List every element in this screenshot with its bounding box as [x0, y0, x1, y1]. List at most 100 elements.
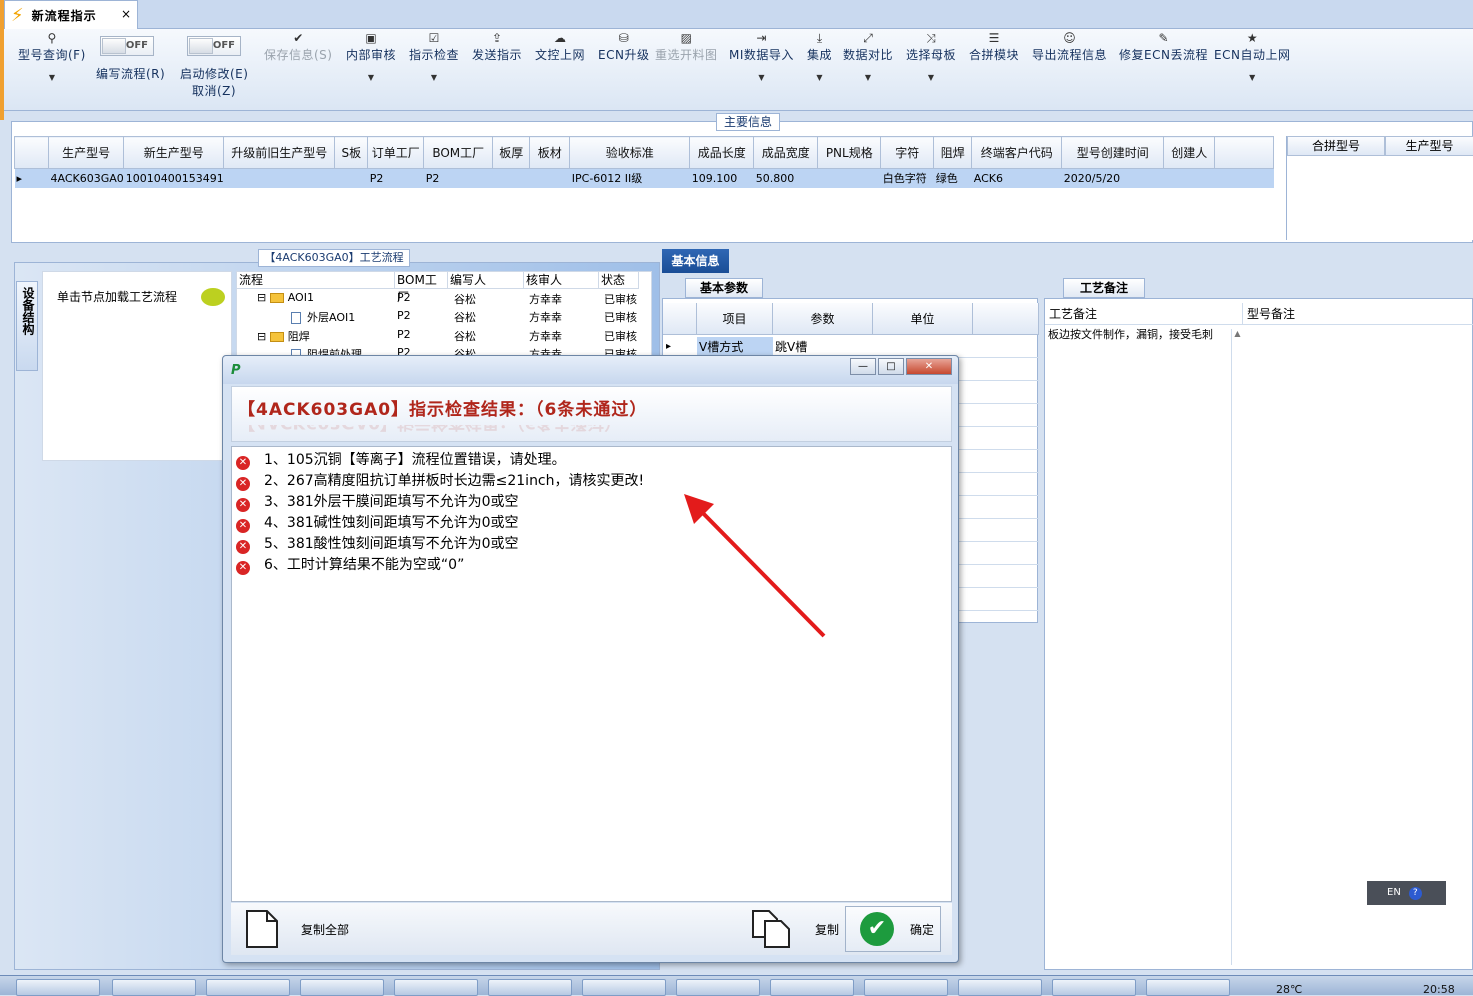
write-process-toggle[interactable]: OFF — [100, 36, 154, 56]
taskbar-app-button[interactable] — [676, 979, 760, 996]
mi-data-import-button[interactable]: ⇥ MI数据导入 ▼ — [729, 31, 794, 82]
param-value[interactable]: 跳V槽 — [773, 337, 873, 357]
help-icon[interactable]: ? — [1408, 887, 1422, 900]
data-compare-button[interactable]: ⤢ 数据对比 ▼ — [843, 31, 893, 82]
save-info-button[interactable]: ✔ 保存信息(S) — [264, 31, 332, 63]
col-header[interactable]: 单位 — [873, 303, 973, 335]
taskbar-app-button[interactable] — [488, 979, 572, 996]
col-header[interactable]: 板材 — [529, 136, 571, 169]
taskbar-app-button[interactable] — [582, 979, 666, 996]
col-header[interactable]: 升级前旧生产型号 — [223, 136, 336, 169]
list-item[interactable]: ✕ 4、381碱性蚀刻间距填写不允许为0或空 — [236, 512, 519, 533]
taskbar-app-button[interactable] — [864, 979, 948, 996]
merge-module-button[interactable]: ☰ 合拼模块 — [969, 31, 1019, 63]
list-item[interactable]: ✕ 1、105沉铜【等离子】流程位置错误，请处理。 — [236, 449, 566, 470]
col-header[interactable]: 新生产型号 — [123, 136, 225, 169]
cancel-label[interactable]: 取消(Z) — [192, 82, 236, 99]
col-header[interactable]: 参数 — [773, 303, 873, 335]
tree-header[interactable]: 编写人 — [448, 272, 524, 289]
craft-note-text[interactable]: 板边按文件制作，漏铜，接受毛刺 — [1048, 329, 1220, 341]
language-bar[interactable]: EN? — [1367, 881, 1446, 905]
copy-all-button[interactable]: 复制全部 — [245, 903, 349, 955]
param-item[interactable]: V槽方式 — [697, 337, 773, 357]
close-button[interactable]: ✕ — [906, 358, 952, 375]
col-header[interactable]: 型号创建时间 — [1061, 136, 1165, 169]
list-item[interactable]: ✕ 5、381酸性蚀刻间距填写不允许为0或空 — [236, 533, 519, 554]
row-selector-header[interactable] — [14, 136, 49, 169]
tree-header[interactable]: BOM工厂 — [395, 272, 448, 304]
ok-button[interactable]: ✔ 确定 — [845, 906, 941, 952]
instruction-check-button[interactable]: ☑ 指示检查 ▼ — [409, 31, 459, 82]
collapse-icon[interactable]: ⊟ — [257, 330, 270, 343]
taskbar-app-button[interactable] — [112, 979, 196, 996]
taskbar-app-button[interactable] — [394, 979, 478, 996]
col-header[interactable]: 工艺备注 — [1045, 303, 1243, 325]
col-header[interactable]: 型号备注 — [1243, 303, 1473, 325]
ecn-upgrade-button[interactable]: ⛁ ECN升级 — [598, 31, 649, 63]
dialog-titlebar[interactable]: P — □ ✕ — [223, 356, 958, 384]
dropdown-arrow-icon[interactable]: ▼ — [807, 73, 832, 82]
taskbar-app-button[interactable] — [1146, 979, 1230, 996]
doc-control-online-button[interactable]: ☁ 文控上网 — [535, 31, 585, 63]
tree-header[interactable]: 核审人 — [524, 272, 599, 289]
col-header[interactable]: 阻焊 — [933, 136, 973, 169]
taskbar-app-button[interactable] — [1052, 979, 1136, 996]
tab-basic-params[interactable]: 基本参数 — [685, 278, 763, 298]
taskbar-app-button[interactable] — [958, 979, 1042, 996]
dropdown-arrow-icon[interactable]: ▼ — [18, 73, 86, 82]
col-header[interactable]: PNL规格 — [817, 136, 882, 169]
send-instruction-button[interactable]: ⇪ 发送指示 — [472, 31, 522, 63]
tab-craft-notes[interactable]: 工艺备注 — [1063, 278, 1145, 298]
export-process-info-button[interactable]: ☺ 导出流程信息 — [1032, 31, 1107, 63]
tree-node[interactable]: ⊟ AOI1 — [257, 291, 314, 304]
dropdown-arrow-icon[interactable]: ▼ — [409, 73, 459, 82]
col-header[interactable]: 生产型号 — [1385, 136, 1473, 156]
taskbar-app-button[interactable] — [16, 979, 100, 996]
list-item[interactable]: ✕ 2、267高精度阻抗订单拼板时长边需≤21inch，请核实更改! — [236, 470, 644, 491]
integrate-button[interactable]: ⤓ 集成 ▼ — [807, 31, 832, 82]
tab-basic-info[interactable]: 基本信息 — [662, 249, 729, 273]
col-header[interactable]: 创建人 — [1163, 136, 1216, 169]
model-query-button[interactable]: ⚲ 型号查询(F) ▼ — [18, 31, 86, 82]
taskbar-app-button[interactable] — [300, 979, 384, 996]
col-header[interactable]: BOM工厂 — [423, 136, 494, 169]
start-modify-toggle[interactable]: OFF — [187, 36, 241, 56]
row-pointer-icon[interactable]: ▸ — [14, 168, 49, 188]
tree-header[interactable]: 流程 — [237, 272, 395, 289]
maximize-button[interactable]: □ — [878, 358, 904, 375]
col-header[interactable]: 订单工厂 — [367, 136, 425, 169]
taskbar-app-button[interactable] — [206, 979, 290, 996]
list-item[interactable]: ✕ 6、工时计算结果不能为空或“0” — [236, 554, 464, 575]
dropdown-arrow-icon[interactable]: ▼ — [729, 73, 794, 82]
col-header[interactable]: 成品宽度 — [753, 136, 819, 169]
minimize-button[interactable]: — — [850, 358, 876, 375]
col-header[interactable]: 生产型号 — [47, 136, 125, 169]
table-row[interactable]: ▸ 4ACK603GA0 10010400153491 P2 P2 IPC-60… — [14, 168, 1274, 188]
vertical-tab-equipment[interactable]: 设备结构 — [16, 281, 38, 371]
reselect-cut-drawing-button[interactable]: ▨ 重选开料图 — [655, 31, 718, 63]
col-header[interactable]: 成品长度 — [689, 136, 755, 169]
tree-node[interactable]: ⊟ 阻焊 — [257, 328, 310, 344]
tab-new-process[interactable]: ⚡ 新流程指示 × — [4, 0, 138, 29]
col-header[interactable]: 验收标准 — [569, 136, 691, 169]
dropdown-arrow-icon[interactable]: ▼ — [906, 73, 956, 82]
craft-note-scrollbar[interactable]: ▲ — [1231, 329, 1243, 965]
col-header[interactable]: 板厚 — [492, 136, 531, 169]
select-mother-board-button[interactable]: ⤨ 选择母板 ▼ — [906, 31, 956, 82]
dropdown-arrow-icon[interactable]: ▼ — [843, 73, 893, 82]
row-selector-header[interactable] — [663, 303, 697, 335]
close-tab-icon[interactable]: × — [121, 7, 131, 21]
taskbar-app-button[interactable] — [770, 979, 854, 996]
col-header[interactable]: S板 — [334, 136, 369, 169]
clock-time[interactable]: 20:58 — [1423, 983, 1455, 996]
dropdown-arrow-icon[interactable]: ▼ — [346, 73, 396, 82]
tree-node[interactable]: 外层AOI1 — [291, 309, 355, 325]
collapse-icon[interactable]: ⊟ — [257, 291, 270, 304]
col-header[interactable]: 项目 — [697, 303, 773, 335]
ecn-auto-online-button[interactable]: ★ ECN自动上网 ▼ — [1214, 31, 1290, 82]
col-header[interactable]: 字符 — [880, 136, 935, 169]
col-header[interactable]: 终端客户代码 — [971, 136, 1063, 169]
list-item[interactable]: ✕ 3、381外层干膜间距填写不允许为0或空 — [236, 491, 519, 512]
tree-header[interactable]: 状态 — [599, 272, 639, 289]
internal-review-button[interactable]: ▣ 内部审核 ▼ — [346, 31, 396, 82]
